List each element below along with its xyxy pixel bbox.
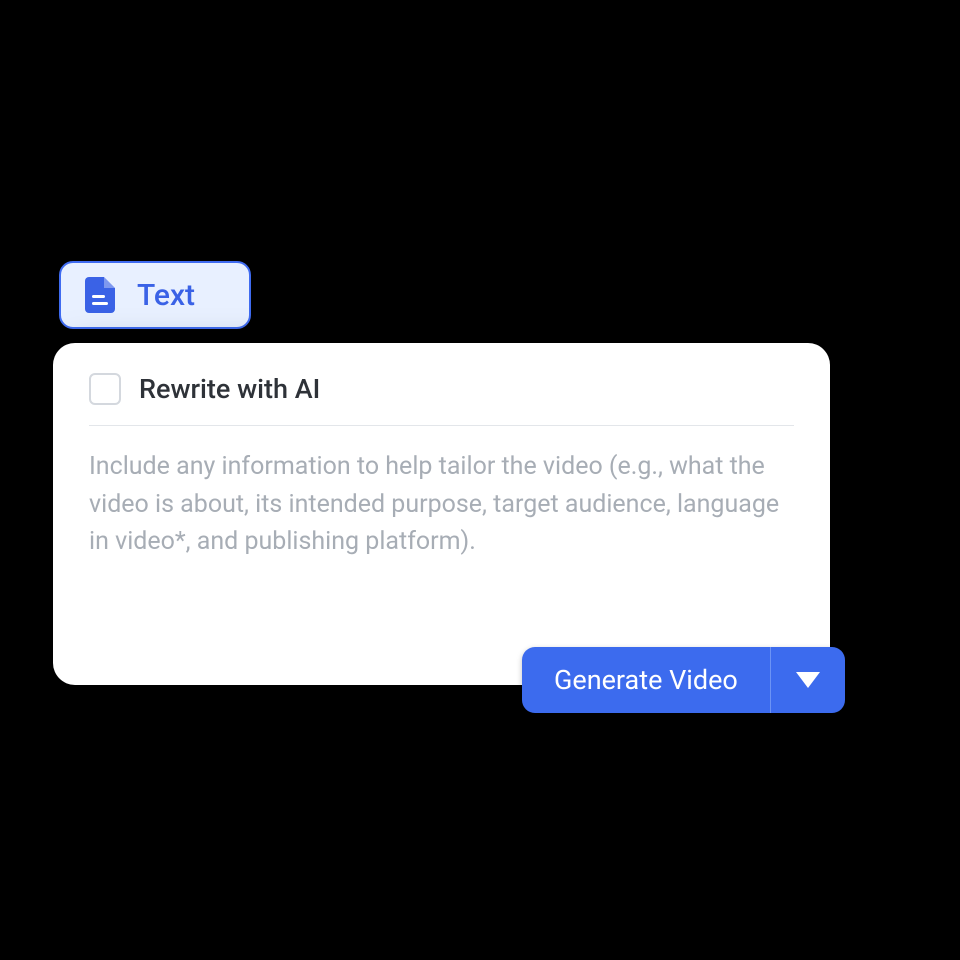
text-input-card: Rewrite with AI Include any information … bbox=[53, 343, 830, 685]
video-brief-textarea[interactable]: Include any information to help tailor t… bbox=[89, 448, 793, 561]
document-icon bbox=[83, 278, 117, 312]
generate-video-dropdown[interactable] bbox=[771, 647, 845, 713]
tab-text-label: Text bbox=[137, 278, 195, 313]
rewrite-with-ai-row: Rewrite with AI bbox=[89, 373, 794, 405]
rewrite-with-ai-checkbox[interactable] bbox=[89, 373, 121, 405]
generate-video-button-group: Generate Video bbox=[522, 647, 845, 713]
caret-down-icon bbox=[796, 672, 820, 688]
rewrite-with-ai-label: Rewrite with AI bbox=[139, 373, 320, 405]
tab-text[interactable]: Text bbox=[59, 261, 251, 329]
divider bbox=[89, 425, 794, 426]
generate-video-button[interactable]: Generate Video bbox=[522, 647, 770, 713]
